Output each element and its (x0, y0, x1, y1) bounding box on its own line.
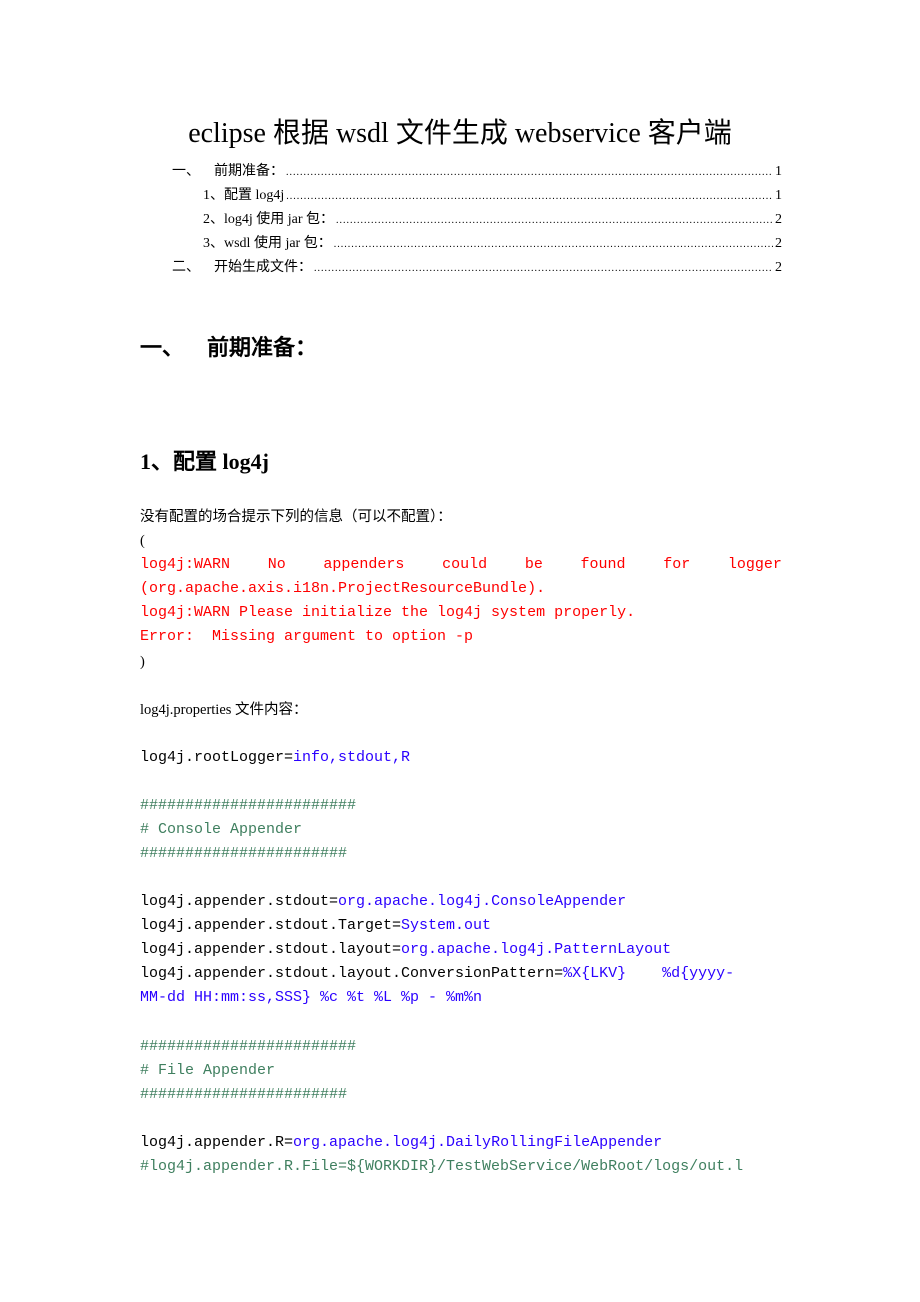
warning-line: log4j:WARN Please initialize the log4j s… (140, 604, 636, 621)
document-page: eclipse 根据 wsdl 文件生成 webservice 客户端 一、 前… (0, 0, 920, 1302)
code-line: log4j.appender.stdout=org.apache.log4j.C… (140, 892, 626, 912)
code-key: log4j.appender.stdout.layout= (140, 941, 402, 958)
toc-leader: ........................................… (333, 239, 773, 250)
code-line: log4j.appender.stdout.layout.ConversionP… (140, 964, 734, 984)
code-key: log4j.appender.stdout.Target= (140, 917, 402, 934)
warning-word: for (663, 556, 691, 573)
document-title: eclipse 根据 wsdl 文件生成 webservice 客户端 (188, 118, 732, 149)
section-heading: 一、 前期准备： (140, 336, 317, 361)
code-line: log4j.rootLogger=info,stdout,R (140, 748, 410, 768)
code-line: log4j.appender.stdout.Target=System.out (140, 916, 491, 936)
toc-leader: ........................................… (286, 167, 773, 178)
toc-text: 前期准备： (214, 164, 284, 179)
properties-label: log4j.properties 文件内容： (140, 702, 308, 718)
warning-word: log4j:WARN (140, 556, 231, 573)
toc-page-number: 1 (775, 188, 782, 203)
code-key: log4j.appender.R= (140, 1134, 294, 1151)
code-key: log4j.rootLogger= (140, 749, 294, 766)
code-value: info,stdout,R (293, 749, 411, 766)
toc-number: 1、 (203, 188, 224, 203)
toc-leader: ........................................… (336, 215, 773, 226)
code-comment: ######################## (140, 1038, 357, 1055)
toc-page-number: 2 (775, 212, 782, 227)
toc-text: 开始生成文件： (214, 260, 312, 275)
code-comment: ####################### (140, 845, 348, 862)
code-comment: ####################### (140, 1086, 348, 1103)
code-line: log4j.appender.stdout.layout=org.apache.… (140, 940, 671, 960)
code-comment: #log4j.appender.R.File=${WORKDIR}/TestWe… (140, 1158, 744, 1175)
warning-word: found (580, 556, 626, 573)
subsection-heading: 1、配置 log4j (140, 449, 269, 474)
code-comment: # File Appender (140, 1062, 276, 1079)
warning-word: No (267, 556, 286, 573)
code-key: log4j.appender.stdout.layout.ConversionP… (140, 965, 564, 982)
code-comment: # Console Appender (140, 821, 303, 838)
toc-text: 配置 log4j (224, 188, 285, 203)
intro-paragraph: 没有配置的场合提示下列的信息（可以不配置）： (140, 509, 452, 525)
open-paren: ( (140, 533, 145, 549)
toc-number: 3、 (203, 236, 224, 251)
toc-entry[interactable]: 2、 log4j 使用 jar 包： .....................… (203, 209, 782, 231)
toc-entry[interactable]: 3、 wsdl 使用 jar 包： ......................… (203, 233, 782, 255)
code-value: org.apache.log4j.ConsoleAppender (338, 893, 627, 910)
toc-entry[interactable]: 1、 配置 log4j ............................… (203, 185, 782, 207)
toc-leader: ........................................… (314, 263, 773, 274)
code-value: org.apache.log4j.PatternLayout (401, 941, 672, 958)
toc-text: log4j 使用 jar 包： (224, 212, 335, 227)
code-value: %X{LKV} %d{yyyy- (563, 965, 735, 982)
toc-number: 一、 (172, 164, 200, 179)
code-comment: ######################## (140, 797, 357, 814)
warning-word: appenders (323, 556, 405, 573)
warning-line: log4j:WARN No appenders could be found f… (140, 555, 782, 575)
code-value: System.out (401, 917, 492, 934)
warning-line: (org.apache.axis.i18n.ProjectResourceBun… (140, 580, 546, 597)
code-line: MM-dd HH:mm:ss,SSS} %c %t %L %p - %m%n (140, 989, 483, 1006)
toc-number: 二、 (172, 260, 200, 275)
warning-word: be (524, 556, 543, 573)
close-paren: ) (140, 654, 145, 670)
toc-text: wsdl 使用 jar 包： (224, 236, 332, 251)
toc-entry[interactable]: 二、 开始生成文件： .............................… (172, 257, 782, 279)
toc-page-number: 2 (775, 236, 782, 251)
code-value: org.apache.log4j.DailyRollingFileAppende… (293, 1134, 663, 1151)
code-line: log4j.appender.R=org.apache.log4j.DailyR… (140, 1133, 662, 1153)
toc-page-number: 2 (775, 260, 782, 275)
code-key: log4j.appender.stdout= (140, 893, 339, 910)
warning-word: could (442, 556, 488, 573)
toc-number: 2、 (203, 212, 224, 227)
error-line: Error: Missing argument to option -p (140, 628, 474, 645)
toc-leader: ........................................… (286, 191, 773, 202)
toc-entry[interactable]: 一、 前期准备： ...............................… (172, 161, 782, 183)
toc-page-number: 1 (775, 164, 782, 179)
warning-word: logger (727, 556, 782, 573)
